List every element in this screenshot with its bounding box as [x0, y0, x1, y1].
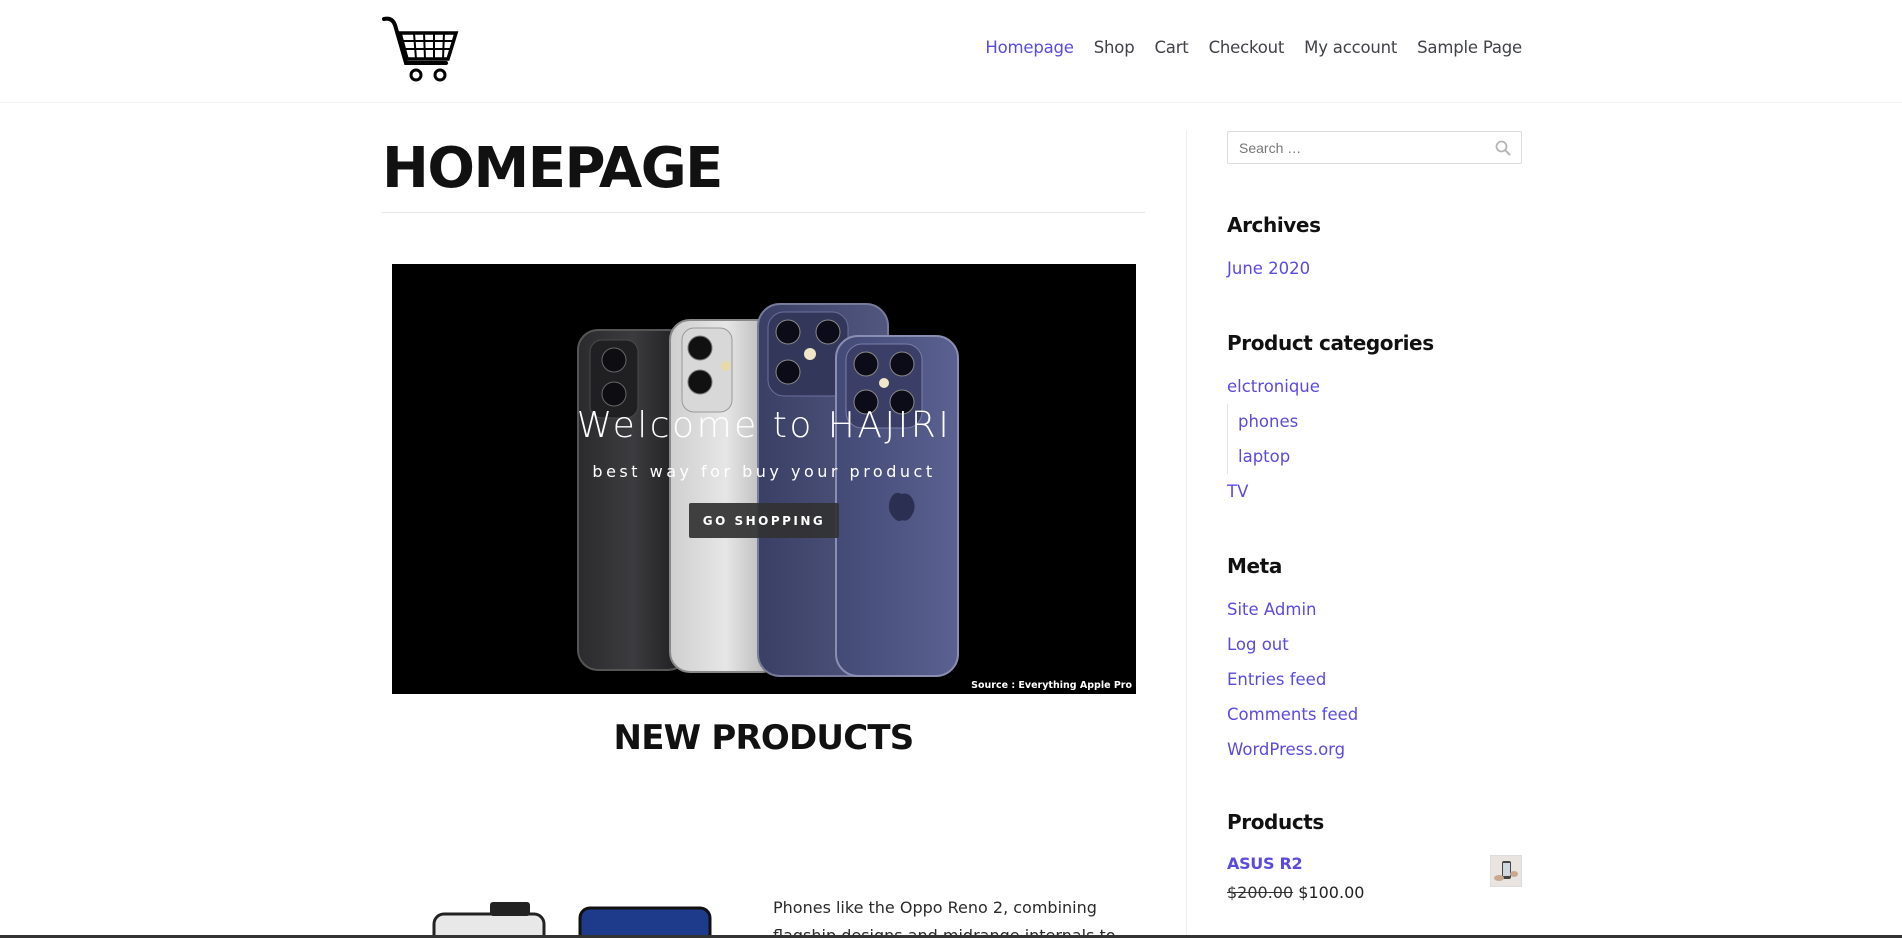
image-source-caption: Source : Everything Apple Pro: [971, 680, 1132, 691]
meta-title: Meta: [1227, 554, 1282, 578]
hero-welcome-heading: Welcome to HAJIRI: [576, 405, 952, 446]
meta-link-site-admin[interactable]: Site Admin: [1227, 592, 1358, 627]
archives-title: Archives: [1227, 213, 1321, 237]
column-divider: [1186, 130, 1187, 938]
category-link-tv[interactable]: TV: [1227, 474, 1434, 509]
main-nav: Homepage Shop Cart Checkout My account S…: [985, 38, 1522, 57]
go-shopping-button[interactable]: GO SHOPPING: [688, 503, 840, 538]
meta-link-log-out[interactable]: Log out: [1227, 627, 1358, 662]
product-categories-title: Product categories: [1227, 331, 1434, 355]
hero-subtitle: best way for buy your product: [592, 462, 936, 481]
nav-homepage[interactable]: Homepage: [985, 38, 1074, 57]
search-icon[interactable]: [1495, 140, 1511, 156]
title-divider: [382, 212, 1145, 213]
archive-link-june-2020[interactable]: June 2020: [1227, 251, 1321, 286]
nav-cart[interactable]: Cart: [1154, 38, 1188, 57]
new-products-heading: NEW PRODUCTS: [613, 718, 915, 758]
meta-widget: Meta Site Admin Log out Entries feed Com…: [1227, 554, 1358, 767]
category-link-phones[interactable]: phones: [1227, 404, 1434, 439]
product-old-price: $200.00: [1227, 883, 1294, 902]
archives-widget: Archives June 2020: [1227, 213, 1321, 286]
nav-my-account[interactable]: My account: [1304, 38, 1397, 57]
products-title: Products: [1227, 810, 1324, 834]
meta-link-entries-feed[interactable]: Entries feed: [1227, 662, 1358, 697]
product-link-asus-r2[interactable]: ASUS R2: [1227, 854, 1522, 873]
category-link-elctronique[interactable]: elctronique: [1227, 369, 1434, 404]
nav-sample-page[interactable]: Sample Page: [1417, 38, 1522, 57]
meta-link-comments-feed[interactable]: Comments feed: [1227, 697, 1358, 732]
search-form: [1227, 131, 1522, 164]
product-thumbnail[interactable]: [1490, 855, 1522, 887]
product-image[interactable]: [420, 900, 720, 938]
category-link-laptop[interactable]: laptop: [1227, 439, 1434, 474]
hero-banner: Welcome to HAJIRI best way for buy your …: [392, 264, 1136, 694]
search-input[interactable]: [1228, 132, 1478, 163]
page-title: HOMEPAGE: [382, 136, 723, 201]
products-widget: Products ASUS R2 $200.00 $100.00: [1227, 810, 1522, 902]
shopping-cart-icon[interactable]: [382, 15, 460, 85]
product-sale-price: $100.00: [1298, 883, 1365, 902]
meta-link-wordpress-org[interactable]: WordPress.org: [1227, 732, 1358, 767]
nav-shop[interactable]: Shop: [1094, 38, 1135, 57]
site-header: Homepage Shop Cart Checkout My account S…: [0, 0, 1902, 103]
product-categories-widget: Product categories elctronique phones la…: [1227, 331, 1434, 509]
nav-checkout[interactable]: Checkout: [1209, 38, 1285, 57]
product-price: $200.00 $100.00: [1227, 883, 1522, 902]
hero-text: Welcome to HAJIRI best way for buy your …: [392, 404, 1136, 538]
sidebar: Archives June 2020 Product categories el…: [1227, 131, 1522, 902]
product-description: Phones like the Oppo Reno 2, combining f…: [773, 898, 1116, 938]
